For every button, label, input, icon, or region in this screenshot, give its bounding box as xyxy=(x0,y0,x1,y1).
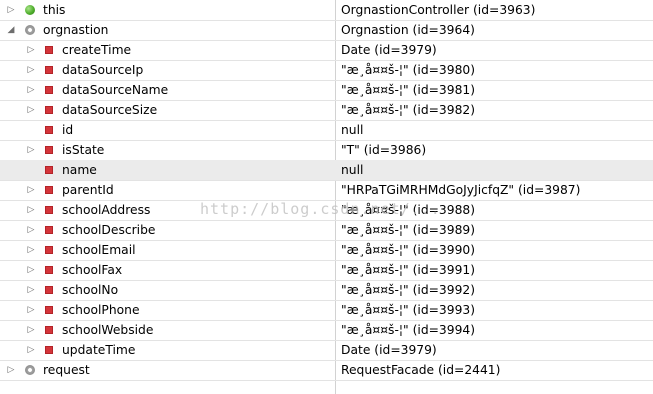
row-separator xyxy=(0,380,653,381)
variable-name: this xyxy=(43,3,66,17)
expand-arrow-icon[interactable]: ▷ xyxy=(25,320,37,340)
variable-value: OrgnastionController (id=3963) xyxy=(341,3,536,17)
expand-arrow-icon[interactable]: ▷ xyxy=(5,0,17,20)
field-icon xyxy=(45,106,53,114)
variable-name: schoolEmail xyxy=(62,243,136,257)
variable-name: schoolWebside xyxy=(62,323,154,337)
expand-arrow-icon[interactable]: ▷ xyxy=(25,340,37,360)
field-icon xyxy=(45,286,53,294)
expand-arrow-icon[interactable]: ▷ xyxy=(25,60,37,80)
variable-name: dataSourceSize xyxy=(62,103,158,117)
expand-arrow-icon[interactable]: ▷ xyxy=(25,140,37,160)
expand-arrow-icon[interactable]: ▷ xyxy=(25,100,37,120)
variable-value: "æ¸å¤¤š-¦" (id=3981) xyxy=(341,83,476,97)
field-icon xyxy=(45,86,53,94)
variable-name: request xyxy=(43,363,90,377)
variable-value: "T" (id=3986) xyxy=(341,143,427,157)
expand-arrow-icon[interactable]: ▷ xyxy=(25,300,37,320)
field-icon xyxy=(45,46,53,54)
variable-value: "æ¸å¤¤š-¦" (id=3991) xyxy=(341,263,476,277)
collapse-arrow-icon[interactable]: ◢ xyxy=(5,20,17,40)
field-icon xyxy=(45,266,53,274)
variable-value: "HRPaTGiMRHMdGoJyJicfqZ" (id=3987) xyxy=(341,183,581,197)
variable-value: Orgnastion (id=3964) xyxy=(341,23,475,37)
variable-name: orgnastion xyxy=(43,23,109,37)
field-icon xyxy=(45,166,53,174)
variable-value: "æ¸å¤¤š-¦" (id=3992) xyxy=(341,283,476,297)
variable-name: schoolAddress xyxy=(62,203,151,217)
tree-row-orgnastion[interactable]: ◢ orgnastion Orgnastion (id=3964) xyxy=(0,20,653,41)
variable-value: "æ¸å¤¤š-¦" (id=3980) xyxy=(341,63,476,77)
variable-name: dataSourceIp xyxy=(62,63,144,77)
expand-arrow-icon[interactable]: ▷ xyxy=(25,80,37,100)
tree-row-schoolWebside[interactable]: ▷ schoolWebside "æ¸å¤¤š-¦" (id=3994) xyxy=(0,320,653,341)
tree-row-schoolFax[interactable]: ▷ schoolFax "æ¸å¤¤š-¦" (id=3991) xyxy=(0,260,653,281)
tree-row-schoolPhone[interactable]: ▷ schoolPhone "æ¸å¤¤š-¦" (id=3993) xyxy=(0,300,653,321)
tree-row-parentId[interactable]: ▷ parentId "HRPaTGiMRHMdGoJyJicfqZ" (id=39… xyxy=(0,180,653,201)
variable-value: RequestFacade (id=2441) xyxy=(341,363,501,377)
variable-name: schoolDescribe xyxy=(62,223,156,237)
variable-value: Date (id=3979) xyxy=(341,43,437,57)
variable-value: "æ¸å¤¤š-¦" (id=3993) xyxy=(341,303,476,317)
variable-name: schoolFax xyxy=(62,263,123,277)
field-icon xyxy=(45,66,53,74)
field-icon xyxy=(45,226,53,234)
gray-circle-icon xyxy=(25,25,35,35)
tree-row-updateTime[interactable]: ▷ updateTime Date (id=3979) xyxy=(0,340,653,361)
tree-row-createTime[interactable]: ▷ createTime Date (id=3979) xyxy=(0,40,653,61)
variable-name: isState xyxy=(62,143,105,157)
field-icon xyxy=(45,246,53,254)
tree-row-isState[interactable]: ▷ isState "T" (id=3986) xyxy=(0,140,653,161)
variable-value: "æ¸å¤¤š-¦" (id=3989) xyxy=(341,223,476,237)
expand-arrow-icon[interactable]: ▷ xyxy=(25,260,37,280)
variable-name: updateTime xyxy=(62,343,136,357)
expand-arrow-icon[interactable]: ▷ xyxy=(5,360,17,380)
variable-name: name xyxy=(62,163,97,177)
tree-row-dataSourceName[interactable]: ▷ dataSourceName "æ¸å¤¤š-¦" (id=3981) xyxy=(0,80,653,101)
tree-row-dataSourceSize[interactable]: ▷ dataSourceSize "æ¸å¤¤š-¦" (id=3982) xyxy=(0,100,653,121)
field-icon xyxy=(45,126,53,134)
tree-row-request[interactable]: ▷ request RequestFacade (id=2441) xyxy=(0,360,653,381)
tree-row-schoolNo[interactable]: ▷ schoolNo "æ¸å¤¤š-¦" (id=3992) xyxy=(0,280,653,301)
variable-name: id xyxy=(62,123,74,137)
variable-name: parentId xyxy=(62,183,114,197)
expand-arrow-icon[interactable]: ▷ xyxy=(25,200,37,220)
expand-arrow-icon[interactable]: ▷ xyxy=(25,180,37,200)
field-icon xyxy=(45,146,53,154)
variable-value: null xyxy=(341,123,364,137)
variable-name: schoolNo xyxy=(62,283,119,297)
variable-value: "æ¸å¤¤š-¦" (id=3988) xyxy=(341,203,476,217)
gray-circle-icon xyxy=(25,365,35,375)
field-icon xyxy=(45,326,53,334)
variable-name: schoolPhone xyxy=(62,303,140,317)
field-icon xyxy=(45,186,53,194)
tree-row-schoolEmail[interactable]: ▷ schoolEmail "æ¸å¤¤š-¦" (id=3990) xyxy=(0,240,653,261)
green-circle-icon xyxy=(25,5,35,15)
tree-row-id[interactable]: id null xyxy=(0,120,653,141)
expand-arrow-icon[interactable]: ▷ xyxy=(25,220,37,240)
field-icon xyxy=(45,206,53,214)
tree-row-name[interactable]: name null xyxy=(0,160,653,181)
variable-name: dataSourceName xyxy=(62,83,169,97)
tree-row-schoolDescribe[interactable]: ▷ schoolDescribe "æ¸å¤¤š-¦" (id=3989) xyxy=(0,220,653,241)
variable-value: Date (id=3979) xyxy=(341,343,437,357)
variable-value: "æ¸å¤¤š-¦" (id=3982) xyxy=(341,103,476,117)
variable-value: "æ¸å¤¤š-¦" (id=3990) xyxy=(341,243,476,257)
tree-row-this[interactable]: ▷ this OrgnastionController (id=3963) xyxy=(0,0,653,21)
variable-value: "æ¸å¤¤š-¦" (id=3994) xyxy=(341,323,476,337)
field-icon xyxy=(45,306,53,314)
variable-value: null xyxy=(341,163,364,177)
expand-arrow-icon[interactable]: ▷ xyxy=(25,40,37,60)
field-icon xyxy=(45,346,53,354)
expand-arrow-icon[interactable]: ▷ xyxy=(25,240,37,260)
variable-name: createTime xyxy=(62,43,132,57)
tree-row-schoolAddress[interactable]: ▷ schoolAddress "æ¸å¤¤š-¦" (id=3988) xyxy=(0,200,653,221)
expand-arrow-icon[interactable]: ▷ xyxy=(25,280,37,300)
variables-tree: ▷ this OrgnastionController (id=3963) ◢ orgn… xyxy=(0,0,653,394)
tree-row-dataSourceIp[interactable]: ▷ dataSourceIp "æ¸å¤¤š-¦" (id=3980) xyxy=(0,60,653,81)
